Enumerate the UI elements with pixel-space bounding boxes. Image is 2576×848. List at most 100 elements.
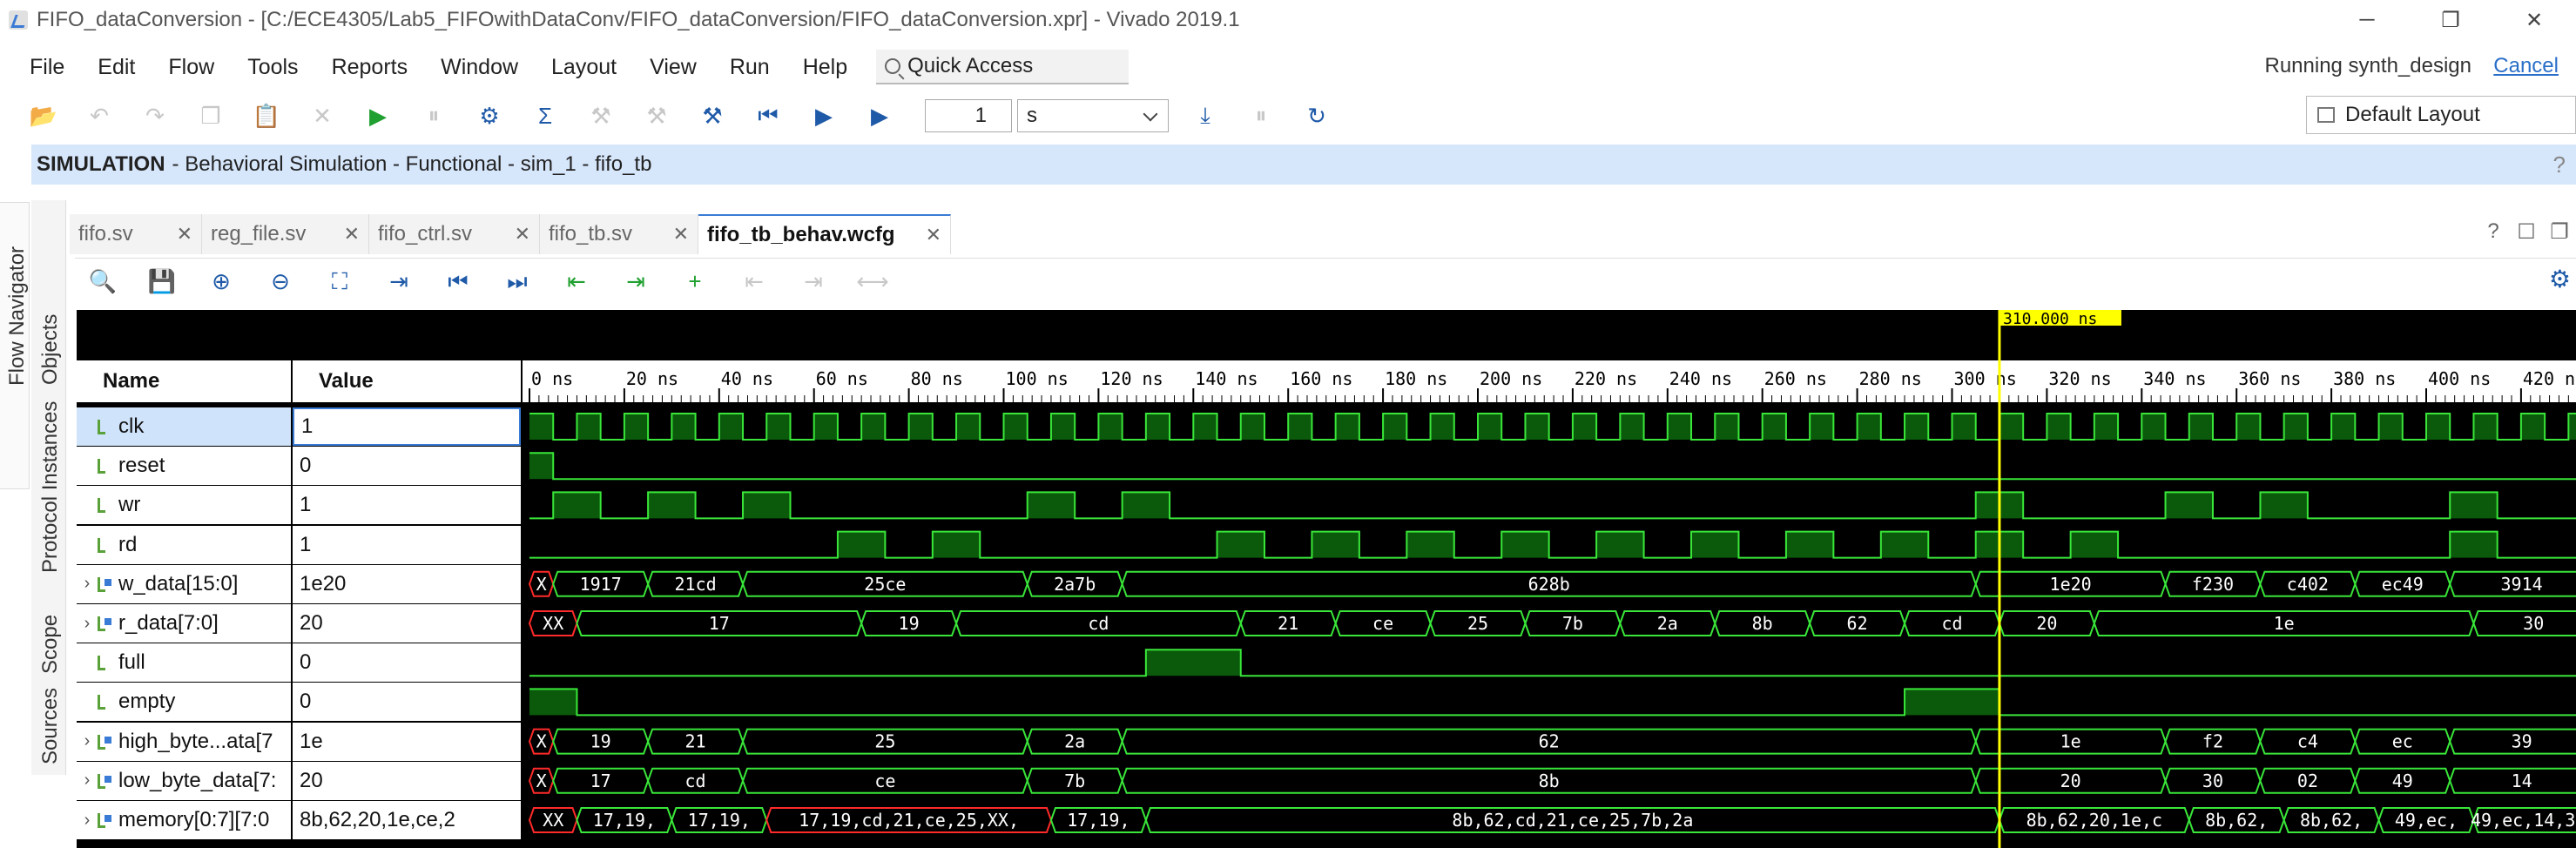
redo-icon[interactable]: ↷: [136, 97, 174, 135]
signal-name-row[interactable]: wr: [77, 486, 291, 525]
signal-name-row[interactable]: rd: [77, 525, 291, 564]
menu-window[interactable]: Window: [424, 55, 535, 80]
gear-icon[interactable]: ⚙: [2549, 265, 2571, 293]
close-icon[interactable]: ✕: [165, 223, 192, 246]
settings-icon[interactable]: ⚙: [470, 97, 509, 135]
zoom-in-icon[interactable]: ⊕: [202, 263, 240, 301]
run-time-input[interactable]: 1: [925, 99, 1012, 132]
menu-tools[interactable]: Tools: [231, 55, 314, 80]
signal-name-row[interactable]: reset: [77, 447, 291, 486]
side-tab-objects[interactable]: Objects: [38, 314, 63, 385]
help-icon[interactable]: ?: [2553, 151, 2566, 178]
close-icon[interactable]: ✕: [2492, 0, 2576, 40]
side-tab-protocol-instances[interactable]: Protocol Instances: [38, 401, 63, 573]
signal-name-row[interactable]: full: [77, 643, 291, 683]
prev-transition-icon[interactable]: ⇤: [557, 263, 596, 301]
r_data-segment-label: 2a: [1657, 613, 1678, 634]
stop-icon[interactable]: ⏸: [415, 97, 453, 135]
restore-icon[interactable]: ❐: [2409, 0, 2492, 40]
signal-name-row[interactable]: empty: [77, 683, 291, 722]
time-unit-select[interactable]: s: [1017, 99, 1169, 132]
tool-a1-icon[interactable]: ⚒: [582, 97, 620, 135]
cancel-link[interactable]: Cancel: [2493, 54, 2559, 78]
restart-icon[interactable]: ⏮: [749, 97, 787, 135]
close-icon[interactable]: ✕: [502, 223, 530, 246]
chevron-right-icon[interactable]: ›: [77, 731, 98, 751]
next-marker-icon[interactable]: ⇥: [794, 263, 833, 301]
signal-name: w_data[15:0]: [118, 571, 239, 596]
download-icon[interactable]: ⤓: [1186, 97, 1224, 135]
search-icon[interactable]: 🔍: [84, 263, 122, 301]
swap-cursors-icon[interactable]: ⟷: [853, 263, 892, 301]
signal-name-row[interactable]: › r_data[7:0]: [77, 604, 291, 643]
goto-last-icon[interactable]: ⏭: [498, 263, 536, 301]
menu-run[interactable]: Run: [713, 55, 786, 80]
value-column-header[interactable]: Value: [293, 360, 521, 402]
signal-name-row[interactable]: › low_byte_data[7:: [77, 761, 291, 800]
menu-file[interactable]: File: [0, 55, 81, 80]
signal-name-row[interactable]: › high_byte...ata[7: [77, 722, 291, 761]
tab-fifo-ctrl-sv[interactable]: fifo_ctrl.sv ✕: [369, 214, 540, 254]
r_data-segment-label: cd: [1941, 613, 1962, 634]
side-tab-sources[interactable]: Sources: [38, 688, 63, 764]
clk-high-fill: [577, 414, 601, 440]
menu-view[interactable]: View: [633, 55, 713, 80]
layout-select[interactable]: Default Layout: [2306, 96, 2576, 134]
signal-name-row[interactable]: clk: [77, 407, 291, 446]
close-icon[interactable]: ✕: [332, 223, 360, 246]
menu-layout[interactable]: Layout: [535, 55, 633, 80]
tab-fifo-sv[interactable]: fifo.sv ✕: [70, 214, 202, 254]
restore-icon[interactable]: ❐: [2543, 219, 2576, 245]
close-icon[interactable]: ✕: [914, 224, 941, 246]
tool-a3-icon[interactable]: ⚒: [693, 97, 732, 135]
chevron-right-icon[interactable]: ›: [77, 771, 98, 791]
menu-help[interactable]: Help: [786, 55, 864, 80]
tab-fifo-tb-sv[interactable]: fifo_tb.sv ✕: [540, 214, 698, 254]
signal-value: 1: [293, 525, 521, 564]
add-marker-icon[interactable]: +: [676, 263, 714, 301]
signal-name-row[interactable]: › memory[0:7][7:0: [77, 801, 291, 839]
prev-marker-icon[interactable]: ⇤: [735, 263, 773, 301]
open-icon[interactable]: 📂: [24, 97, 63, 135]
tab-fifo-tb-behav-wcfg[interactable]: fifo_tb_behav.wcfg ✕: [698, 214, 951, 254]
tool-a2-icon[interactable]: ⚒: [637, 97, 676, 135]
w_data-segment-label: 3914: [2501, 574, 2543, 595]
undo-icon[interactable]: ↶: [80, 97, 118, 135]
sigma-icon[interactable]: Σ: [526, 97, 564, 135]
run-icon[interactable]: ▶: [359, 97, 397, 135]
copy-icon[interactable]: ❐: [192, 97, 230, 135]
chevron-right-icon[interactable]: ›: [77, 811, 98, 831]
panel-help-icon[interactable]: ?: [2477, 219, 2510, 245]
quick-access-input[interactable]: Quick Access: [876, 50, 1130, 84]
menu-edit[interactable]: Edit: [81, 55, 152, 80]
goto-first-icon[interactable]: ⏮: [439, 263, 477, 301]
delete-icon[interactable]: ✕: [303, 97, 341, 135]
high_byte-segment-label: X: [536, 731, 547, 752]
flow-navigator-label[interactable]: Flow Navigator: [5, 246, 30, 386]
chevron-right-icon[interactable]: ›: [77, 614, 98, 634]
zoom-fit-icon[interactable]: ⛶: [320, 263, 359, 301]
tab-reg-file-sv[interactable]: reg_file.sv ✕: [202, 214, 369, 254]
reload-icon[interactable]: ↻: [1298, 97, 1336, 135]
side-tab-scope[interactable]: Scope: [38, 615, 63, 674]
paste-icon[interactable]: 📋: [247, 97, 286, 135]
goto-cursor-icon[interactable]: ⇥: [380, 263, 418, 301]
menu-reports[interactable]: Reports: [315, 55, 425, 80]
menu-flow[interactable]: Flow: [152, 55, 231, 80]
close-icon[interactable]: ✕: [661, 223, 689, 246]
play-icon[interactable]: ▶: [805, 97, 843, 135]
flow-navigator-panel[interactable]: Flow Navigator: [0, 202, 30, 489]
signal-name-row[interactable]: › w_data[15:0]: [77, 564, 291, 603]
maximize-icon[interactable]: ☐: [2510, 219, 2543, 245]
name-column-header[interactable]: Name: [77, 360, 291, 402]
step-icon[interactable]: ▶: [860, 97, 899, 135]
chevron-right-icon[interactable]: ›: [77, 574, 98, 594]
high_byte-segment-label: 19: [590, 731, 611, 752]
waveform-canvas[interactable]: 0 ns 20 ns 40 ns 60 ns 80 ns 100 ns 120 ns 140 …: [523, 310, 2576, 848]
save-icon[interactable]: 💾: [143, 263, 181, 301]
pause-icon[interactable]: ⏸: [1242, 97, 1280, 135]
clk-high-fill: [1003, 414, 1028, 440]
zoom-out-icon[interactable]: ⊖: [261, 263, 300, 301]
minimize-icon[interactable]: ─: [2325, 0, 2409, 40]
next-transition-icon[interactable]: ⇥: [617, 263, 655, 301]
